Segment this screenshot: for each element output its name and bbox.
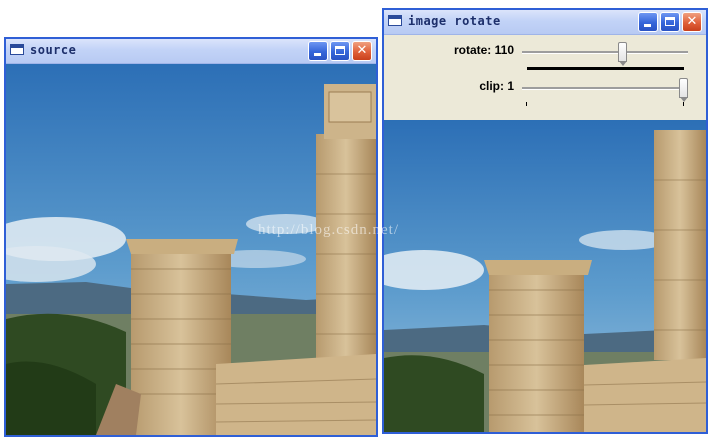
clip-trackbar[interactable]	[522, 77, 690, 113]
rotate-trackbar-track[interactable]	[522, 51, 688, 54]
rotate-window-title: image rotate	[408, 14, 501, 28]
clip-trackbar-track[interactable]	[522, 87, 688, 90]
close-button[interactable]: ✕	[352, 41, 372, 61]
maximize-button[interactable]	[660, 12, 680, 32]
rotate-trackbar[interactable]	[522, 41, 690, 77]
minimize-button[interactable]	[308, 41, 328, 61]
window-icon	[10, 44, 24, 55]
rotate-window: image rotate ✕ rotate: 110 clip: 1	[382, 8, 708, 434]
source-window-title: source	[30, 43, 77, 57]
source-image	[6, 64, 376, 435]
close-button[interactable]: ✕	[682, 12, 702, 32]
minimize-icon	[314, 53, 321, 56]
maximize-button[interactable]	[330, 41, 350, 61]
source-titlebar[interactable]: source ✕	[6, 39, 376, 64]
clip-trackbar-thumb[interactable]	[679, 78, 688, 102]
rotate-titlebar[interactable]: image rotate ✕	[384, 10, 706, 35]
minimize-icon	[644, 24, 651, 27]
close-icon: ✕	[356, 43, 368, 58]
maximize-icon	[335, 46, 345, 55]
trackbar-panel: rotate: 110 clip: 1	[384, 35, 706, 120]
clip-trackbar-tick-max	[683, 102, 684, 106]
rotate-trackbar-label: rotate: 110	[453, 43, 514, 57]
maximize-icon	[665, 17, 675, 26]
rotate-trackbar-progress	[527, 67, 684, 70]
clip-trackbar-label: clip: 1	[479, 79, 514, 93]
window-icon	[388, 15, 402, 26]
rotated-image	[384, 120, 706, 432]
rotate-trackbar-thumb[interactable]	[618, 42, 627, 66]
watermark: http://blog.csdn.net/	[258, 222, 399, 238]
close-icon: ✕	[686, 14, 698, 29]
clip-trackbar-tick-min	[526, 102, 527, 106]
minimize-button[interactable]	[638, 12, 658, 32]
